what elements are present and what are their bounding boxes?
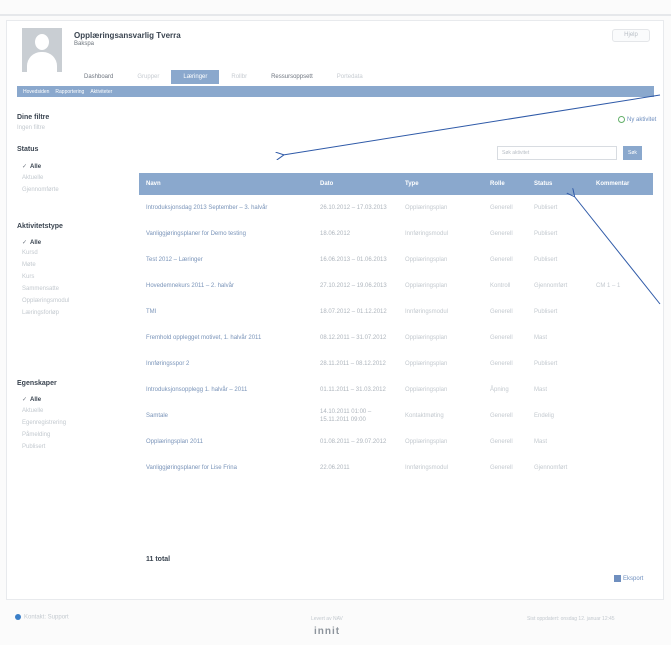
annotation-arrow-lower bbox=[574, 196, 661, 305]
annotation-arrow-upper bbox=[283, 94, 661, 155]
annotation-arrows bbox=[0, 94, 661, 305]
